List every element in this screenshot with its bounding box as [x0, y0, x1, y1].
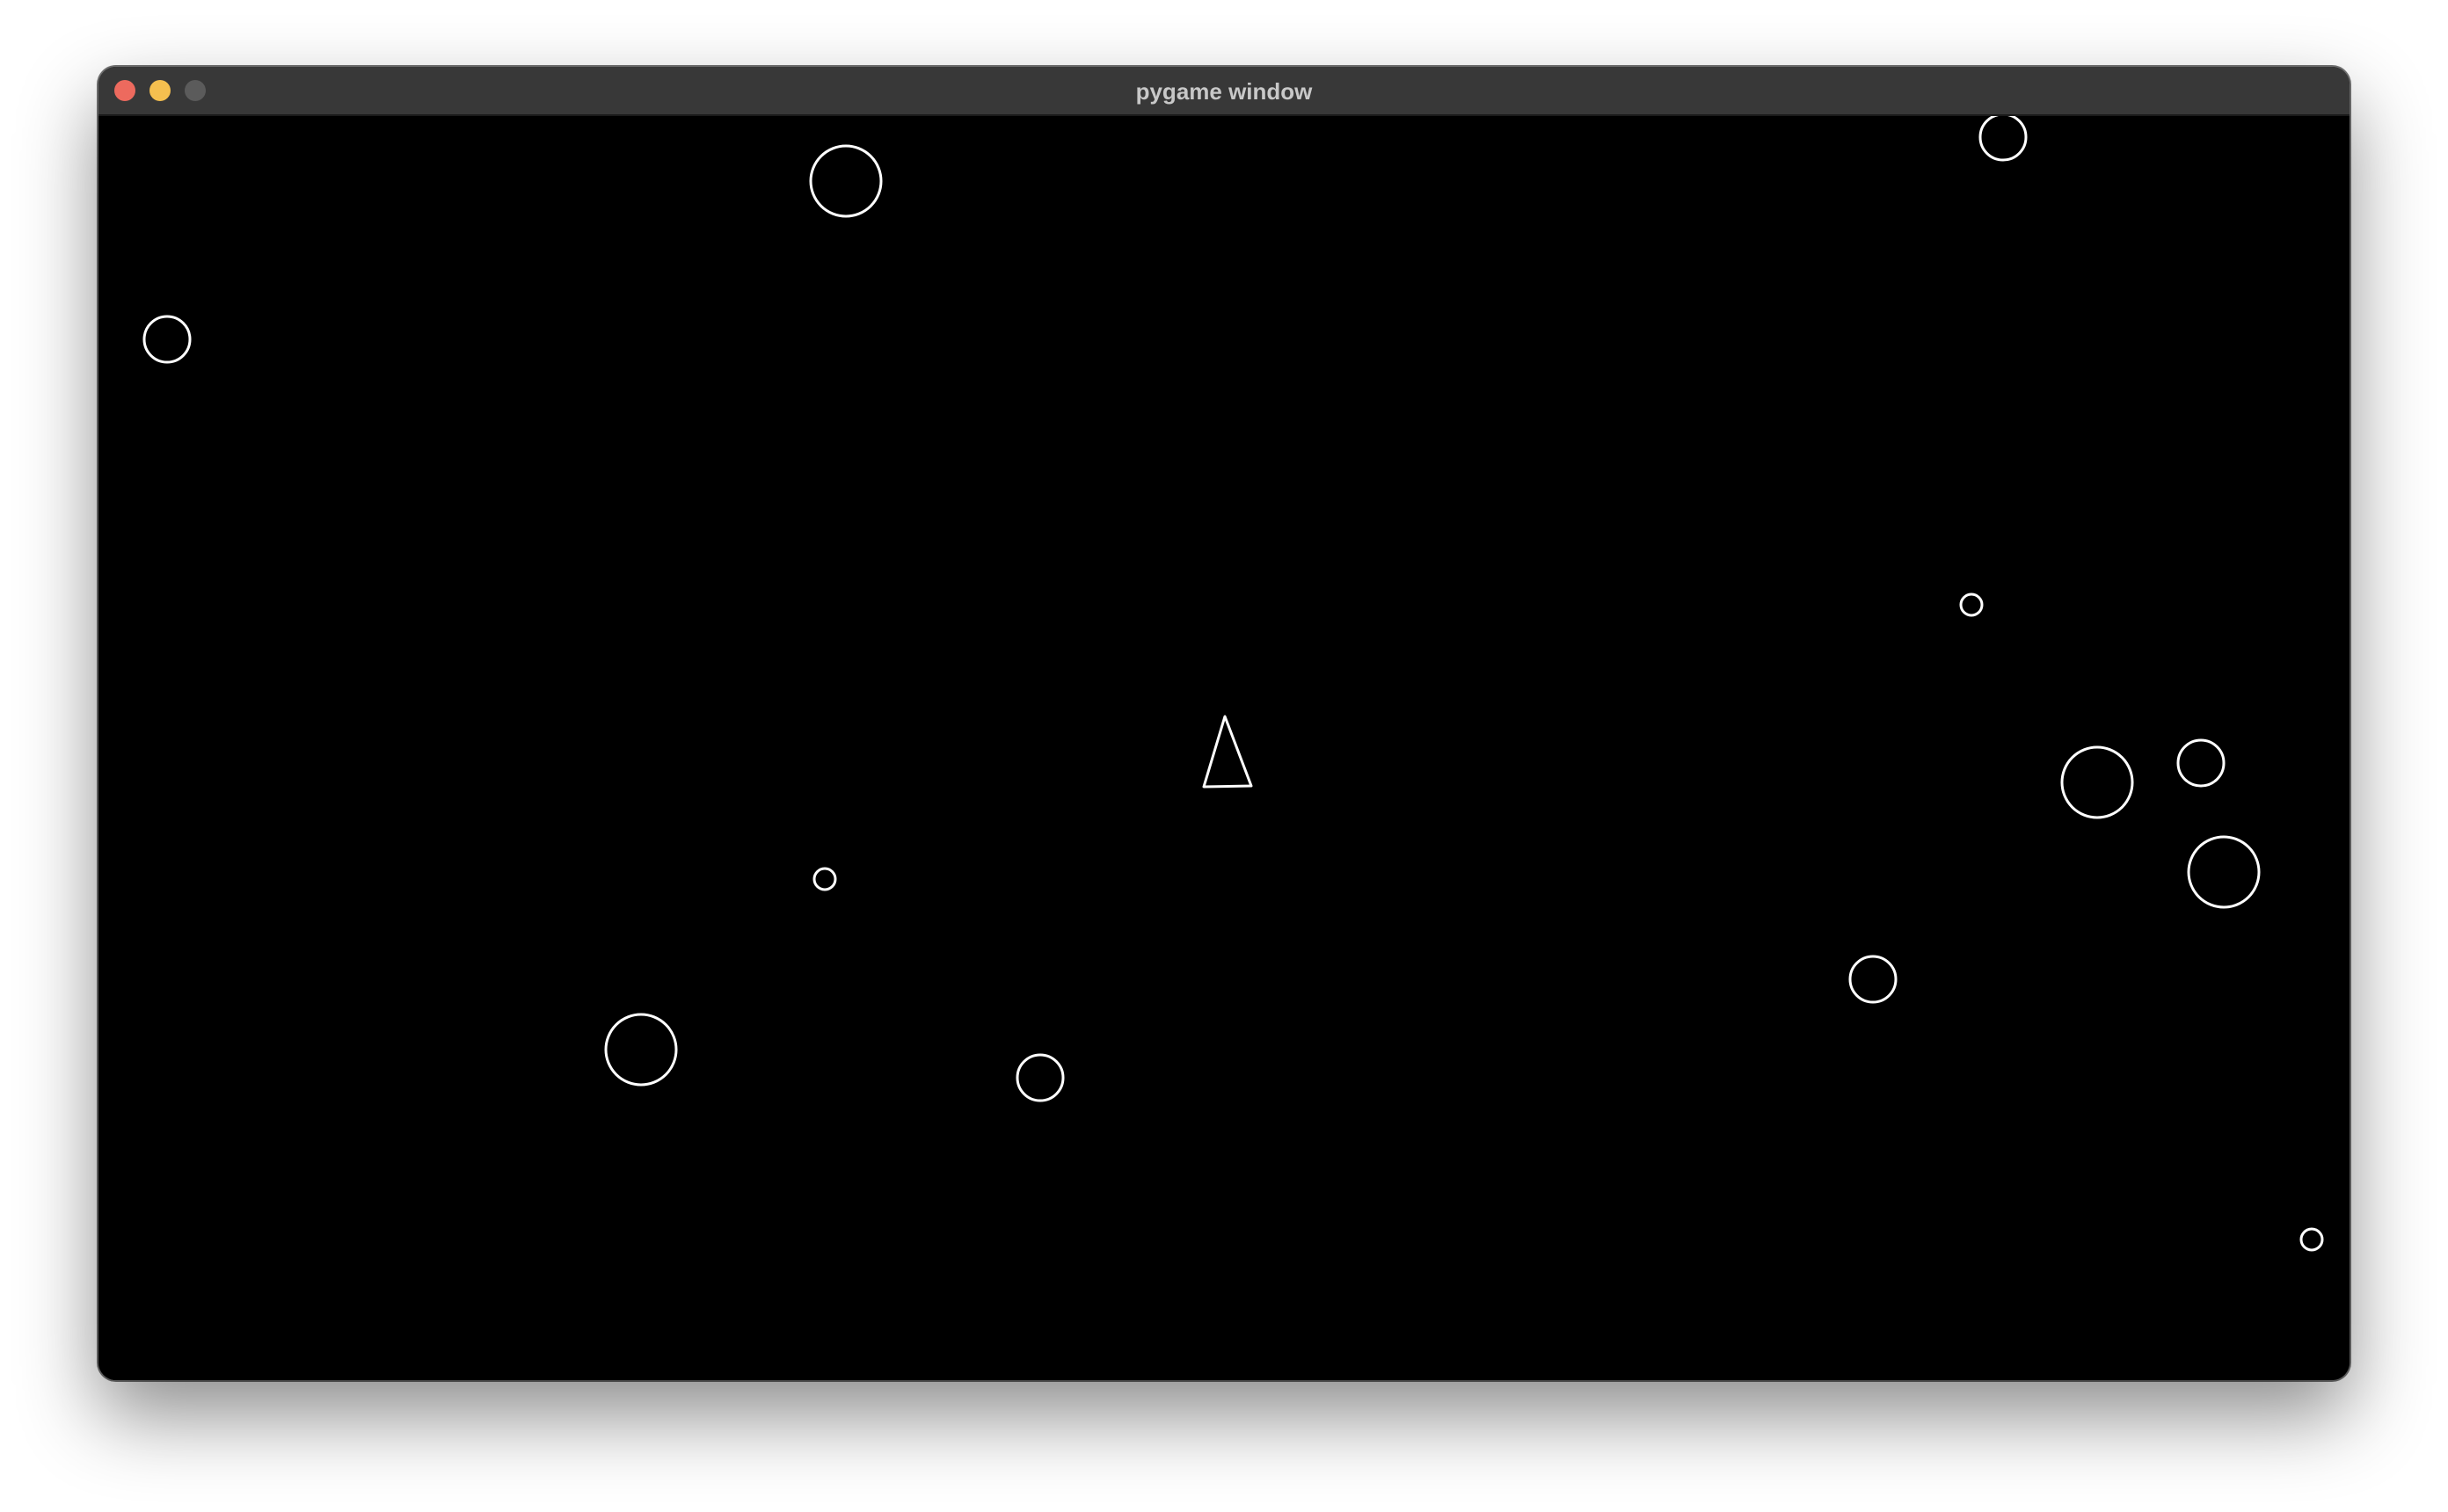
asteroid	[1959, 592, 1984, 617]
asteroid	[1016, 1053, 1065, 1102]
window-title: pygame window	[1135, 78, 1313, 105]
title-bar[interactable]: pygame window	[98, 67, 2350, 116]
app-window: pygame window	[98, 67, 2350, 1380]
asteroid	[2176, 738, 2226, 788]
player-ship	[1202, 715, 1253, 789]
asteroid	[604, 1013, 678, 1087]
asteroid	[2060, 745, 2134, 819]
game-canvas[interactable]	[98, 116, 2350, 1380]
asteroid	[1978, 116, 2028, 162]
game-scene	[142, 116, 2324, 1252]
asteroid	[1848, 955, 1898, 1004]
asteroid	[2299, 1227, 2324, 1252]
asteroid	[142, 315, 192, 364]
asteroid	[812, 867, 837, 891]
asteroid	[2187, 835, 2261, 909]
asteroid	[809, 144, 883, 218]
